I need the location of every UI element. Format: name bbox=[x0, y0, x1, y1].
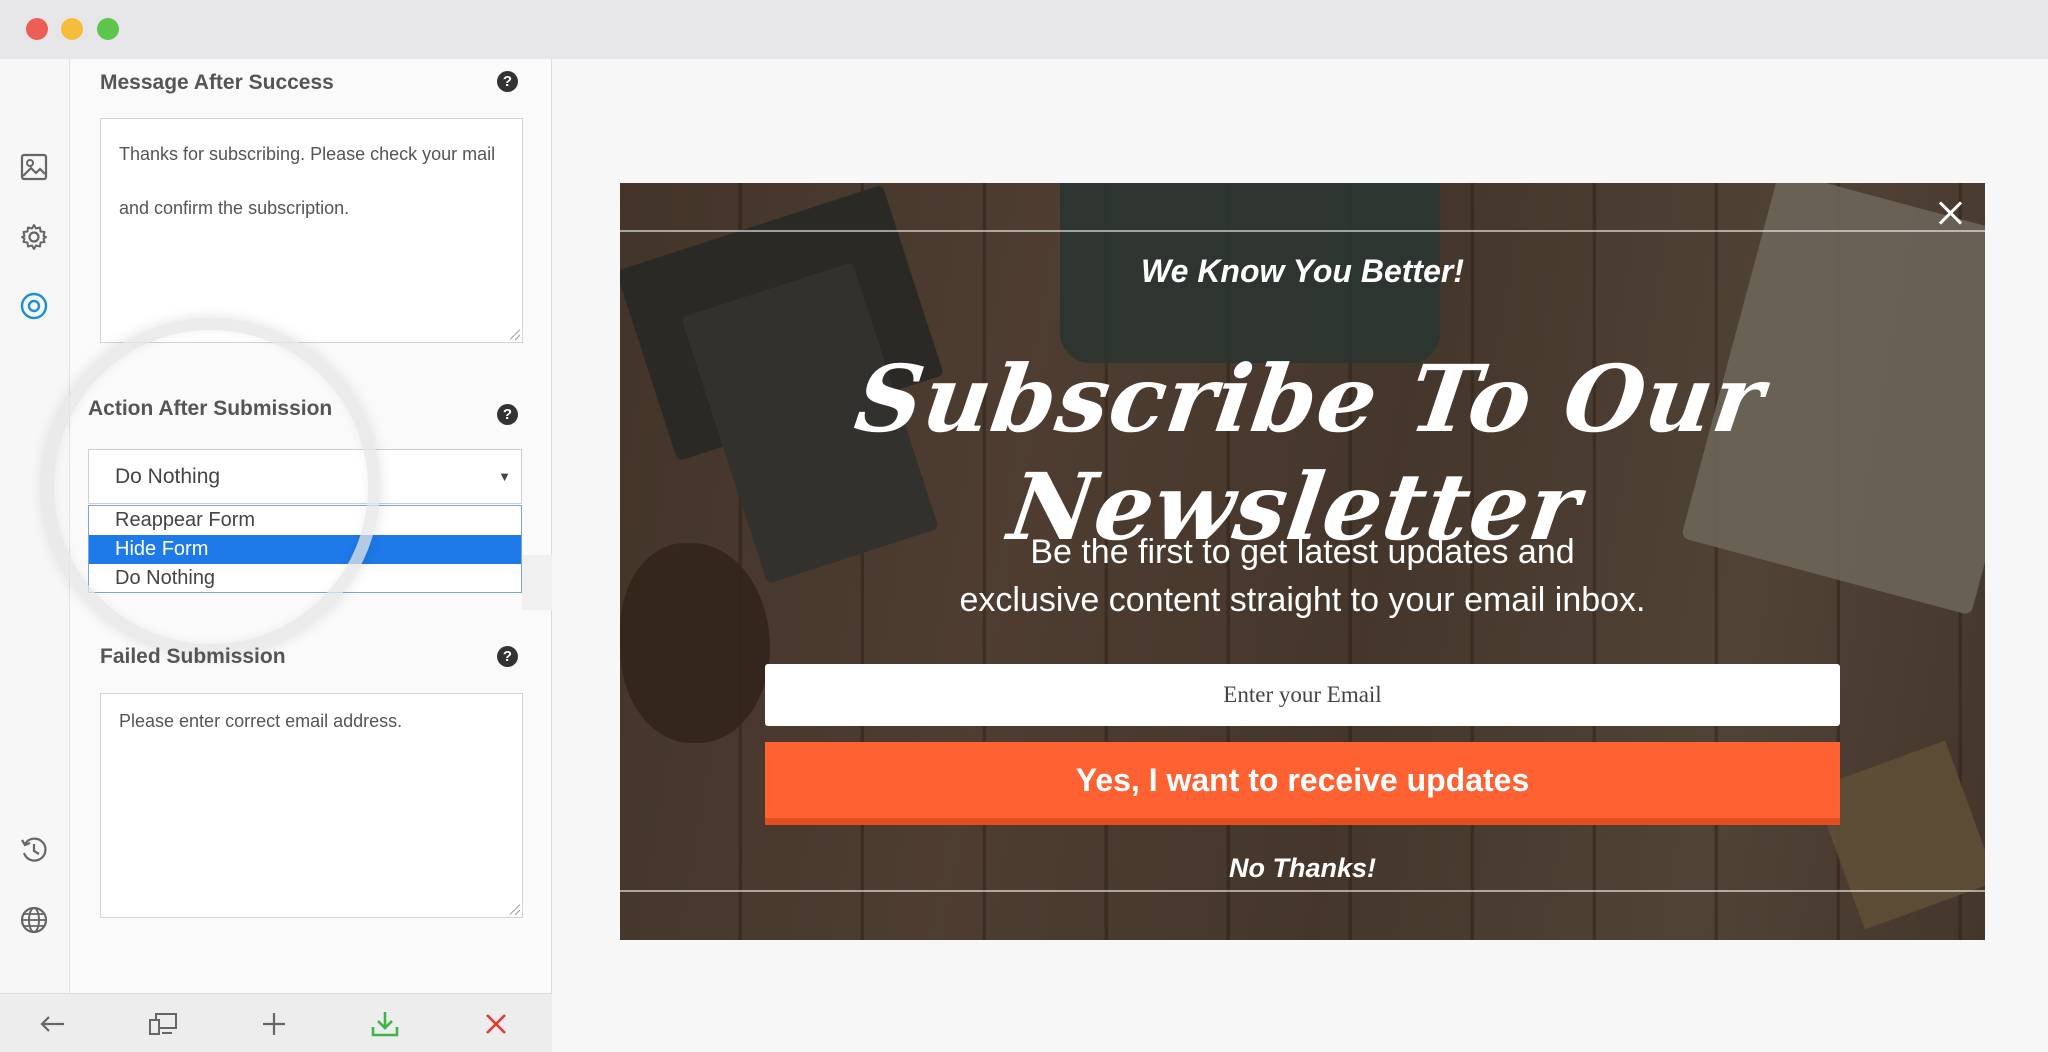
gear-icon[interactable] bbox=[16, 219, 52, 255]
popup-subtitle: Be the first to get latest updates and e… bbox=[620, 528, 1985, 624]
failed-message-text: Please enter correct email address. bbox=[119, 711, 403, 731]
action-dropdown: Reappear Form Hide Form Do Nothing bbox=[88, 505, 522, 593]
divider bbox=[620, 230, 1985, 232]
success-message-textarea[interactable]: Thanks for subscribing. Please check you… bbox=[100, 118, 523, 343]
failed-submission-label: Failed Submission bbox=[100, 645, 286, 668]
action-select[interactable]: Do Nothing ▼ bbox=[88, 449, 522, 504]
window-close-button[interactable] bbox=[26, 18, 48, 40]
history-icon[interactable] bbox=[16, 832, 52, 868]
success-message-label: Message After Success bbox=[100, 71, 334, 94]
target-icon[interactable] bbox=[16, 288, 52, 324]
success-help-icon[interactable]: ? bbox=[497, 71, 518, 92]
popup-close-icon[interactable] bbox=[1933, 196, 1967, 230]
icon-rail bbox=[0, 59, 70, 993]
popup-subtitle-line2: exclusive content straight to your email… bbox=[959, 581, 1646, 619]
action-after-submission-label: Action After Submission bbox=[88, 397, 333, 420]
close-icon[interactable] bbox=[478, 1006, 514, 1042]
email-input[interactable]: Enter your Email bbox=[765, 664, 1840, 726]
window-maximize-button[interactable] bbox=[97, 18, 119, 40]
back-arrow-icon[interactable] bbox=[34, 1006, 70, 1042]
responsive-preview-icon[interactable] bbox=[145, 1006, 181, 1042]
resize-handle[interactable] bbox=[508, 328, 520, 340]
image-icon[interactable] bbox=[16, 149, 52, 185]
subscribe-button[interactable]: Yes, I want to receive updates bbox=[765, 742, 1840, 825]
popup-kicker: We Know You Better! bbox=[1141, 253, 1464, 289]
title-bar bbox=[0, 0, 2048, 59]
download-icon[interactable] bbox=[367, 1006, 403, 1042]
newsletter-popup: We Know You Better! Subscribe To Our New… bbox=[620, 183, 1985, 940]
resize-handle[interactable] bbox=[508, 903, 520, 915]
chevron-down-icon: ▼ bbox=[498, 469, 511, 484]
option-reappear-form[interactable]: Reappear Form bbox=[89, 506, 521, 535]
popup-subtitle-line1: Be the first to get latest updates and bbox=[1030, 533, 1575, 571]
globe-icon[interactable] bbox=[16, 902, 52, 938]
row-highlight bbox=[522, 555, 552, 610]
success-message-text: Thanks for subscribing. Please check you… bbox=[119, 144, 496, 218]
failed-message-textarea[interactable]: Please enter correct email address. bbox=[100, 693, 523, 918]
no-thanks-link[interactable]: No Thanks! bbox=[620, 853, 1985, 884]
option-do-nothing[interactable]: Do Nothing bbox=[89, 564, 521, 593]
action-select-value: Do Nothing bbox=[115, 465, 221, 488]
divider bbox=[620, 890, 1985, 892]
bottom-toolbar bbox=[0, 993, 552, 1052]
plus-icon[interactable] bbox=[256, 1006, 292, 1042]
failed-help-icon[interactable]: ? bbox=[497, 646, 518, 667]
action-help-icon[interactable]: ? bbox=[497, 404, 518, 425]
window-minimize-button[interactable] bbox=[61, 18, 83, 40]
option-hide-form[interactable]: Hide Form bbox=[89, 535, 521, 564]
